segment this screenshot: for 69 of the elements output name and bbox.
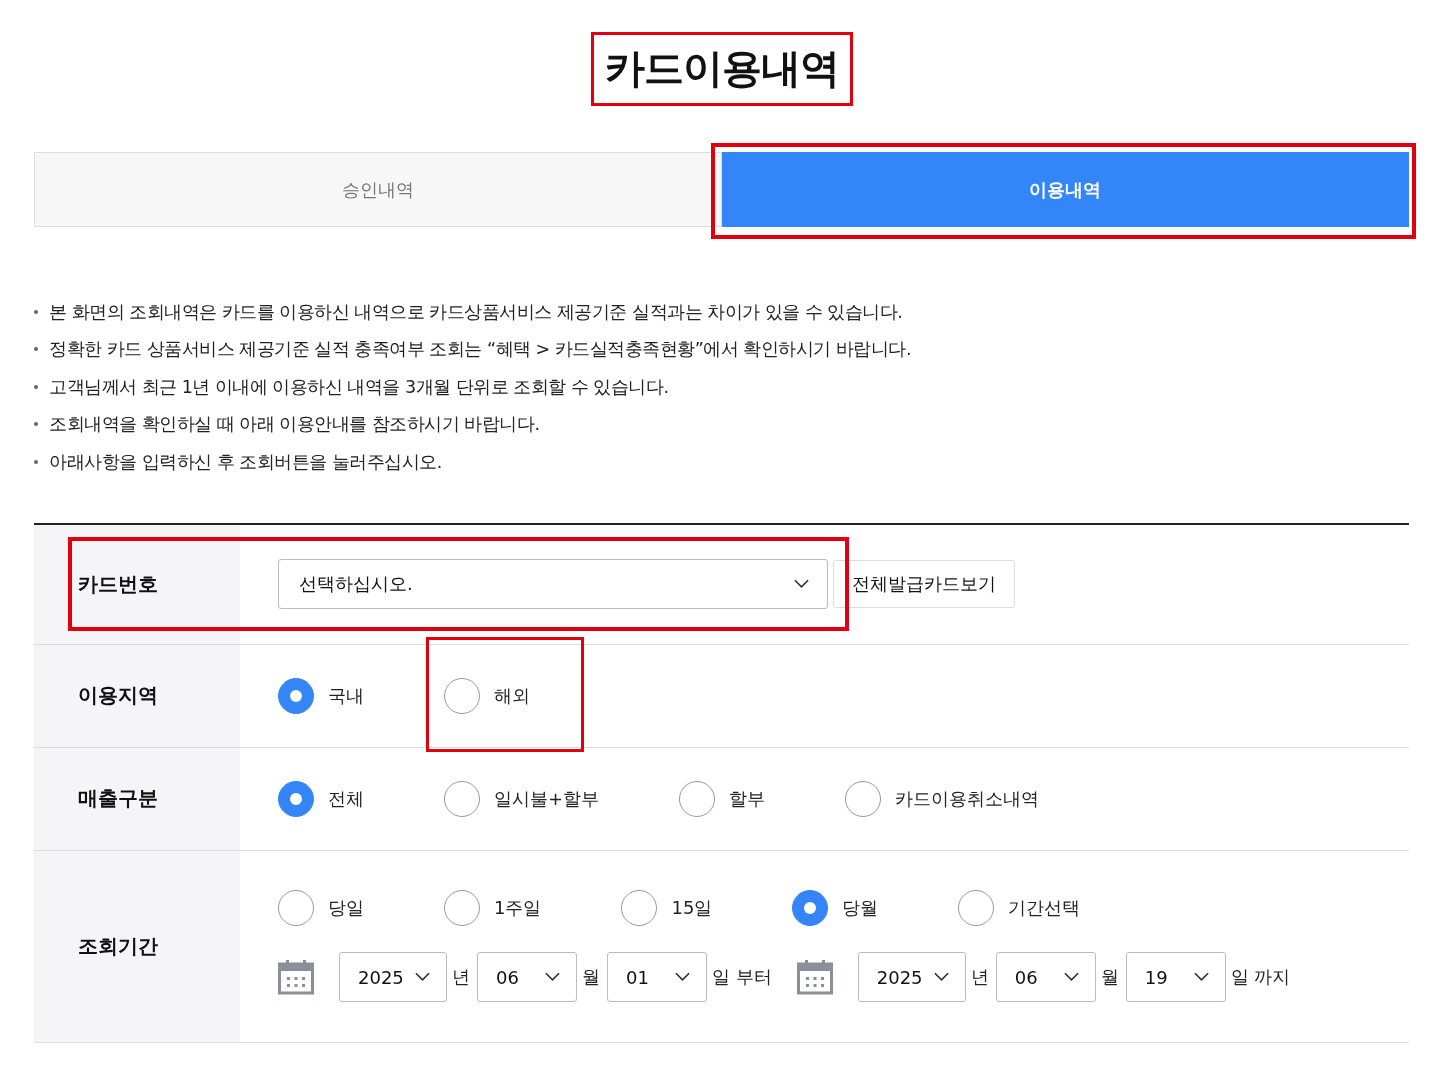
dropdown-value: 2025	[876, 966, 923, 988]
radio-label[interactable]: 기간선택	[1008, 896, 1081, 920]
tab[interactable]: 승인내역	[34, 152, 722, 227]
unit-label: 월	[582, 965, 600, 989]
dropdown-value: 06	[496, 966, 519, 988]
chevron-down-icon	[1063, 972, 1079, 982]
radio-label[interactable]: 해외	[494, 683, 530, 708]
dropdown-value: 2025	[358, 966, 404, 988]
notice-text: 고객님께서 최근 1년 이내에 이용하신 내역을 3개월 단위로 조회할 수 있습니다.	[49, 375, 669, 399]
field-label: 이용지역	[78, 682, 158, 709]
dropdown[interactable]: 01	[607, 952, 707, 1002]
field-label: 카드번호	[78, 570, 158, 598]
calendar-icon[interactable]	[796, 959, 833, 995]
bullet-icon	[34, 309, 38, 314]
dropdown-value: 01	[626, 966, 649, 988]
page-title: 카드이용내역	[603, 44, 840, 93]
dropdown[interactable]: 2025	[339, 952, 447, 1002]
calendar-icon[interactable]	[278, 959, 314, 995]
radio-label[interactable]: 할부	[729, 786, 766, 811]
unit-label: 년	[452, 965, 470, 989]
radio-label[interactable]: 당월	[842, 896, 879, 920]
radio-button[interactable]	[792, 890, 829, 926]
dropdown[interactable]: 06	[995, 952, 1096, 1002]
tab[interactable]: 이용내역	[721, 152, 1409, 227]
unit-label: 월	[1100, 965, 1119, 989]
radio-button[interactable]	[444, 677, 480, 714]
chevron-down-icon	[1193, 972, 1209, 982]
dropdown[interactable]: 06	[477, 952, 577, 1002]
radio-label[interactable]: 일시불+할부	[494, 786, 600, 811]
bullet-icon	[34, 459, 38, 464]
view-all-cards-button[interactable]: 전체발급카드보기	[833, 560, 1015, 608]
field-label: 매출구분	[78, 785, 158, 812]
radio-label[interactable]: 국내	[328, 683, 364, 708]
dropdown[interactable]: 19	[1125, 952, 1226, 1002]
notice-text: 조회내역을 확인하실 때 아래 이용안내를 참조하시기 바랍니다.	[49, 413, 540, 437]
chevron-down-icon	[415, 972, 430, 982]
dropdown[interactable]: 선택하십시오.	[278, 559, 828, 609]
bullet-icon	[34, 347, 38, 352]
radio-label[interactable]: 카드이용취소내역	[895, 786, 1040, 811]
radio-label[interactable]: 당일	[328, 896, 364, 920]
chevron-down-icon	[675, 972, 690, 982]
notice-text: 아래사항을 입력하신 후 조회버튼을 눌러주십시오.	[49, 450, 442, 474]
dropdown-value: 19	[1144, 966, 1168, 988]
bullet-icon	[34, 384, 38, 389]
unit-label: 일 까지	[1230, 965, 1291, 989]
radio-button[interactable]	[444, 890, 480, 926]
radio-button[interactable]	[444, 780, 480, 817]
notice-text: 정확한 카드 상품서비스 제공기준 실적 충족여부 조회는 “혜택 > 카드실적충족현황”에서 확인하시기 바랍니다.	[49, 338, 912, 362]
radio-button[interactable]	[845, 780, 882, 817]
radio-button[interactable]	[621, 890, 658, 926]
chevron-down-icon	[545, 972, 560, 982]
chevron-down-icon	[794, 579, 809, 589]
radio-button[interactable]	[278, 780, 314, 817]
radio-label[interactable]: 15일	[671, 896, 713, 920]
dropdown-value: 06	[1014, 966, 1038, 988]
notice-text: 본 화면의 조회내역은 카드를 이용하신 내역으로 카드상품서비스 제공기준 실적과는 차이가 있을 수 있습니다.	[49, 300, 903, 324]
bullet-icon	[34, 422, 38, 427]
radio-button[interactable]	[679, 780, 716, 817]
unit-label: 일 부터	[712, 965, 772, 989]
radio-button[interactable]	[958, 890, 995, 926]
radio-button[interactable]	[278, 890, 314, 926]
radio-label[interactable]: 전체	[328, 786, 364, 811]
dropdown-value: 선택하십시오.	[299, 572, 413, 596]
radio-button[interactable]	[278, 677, 314, 714]
radio-label[interactable]: 1주일	[494, 896, 542, 920]
chevron-down-icon	[933, 972, 949, 982]
dropdown[interactable]: 2025	[857, 952, 966, 1002]
unit-label: 년	[970, 965, 989, 989]
field-label: 조회기간	[78, 932, 158, 960]
